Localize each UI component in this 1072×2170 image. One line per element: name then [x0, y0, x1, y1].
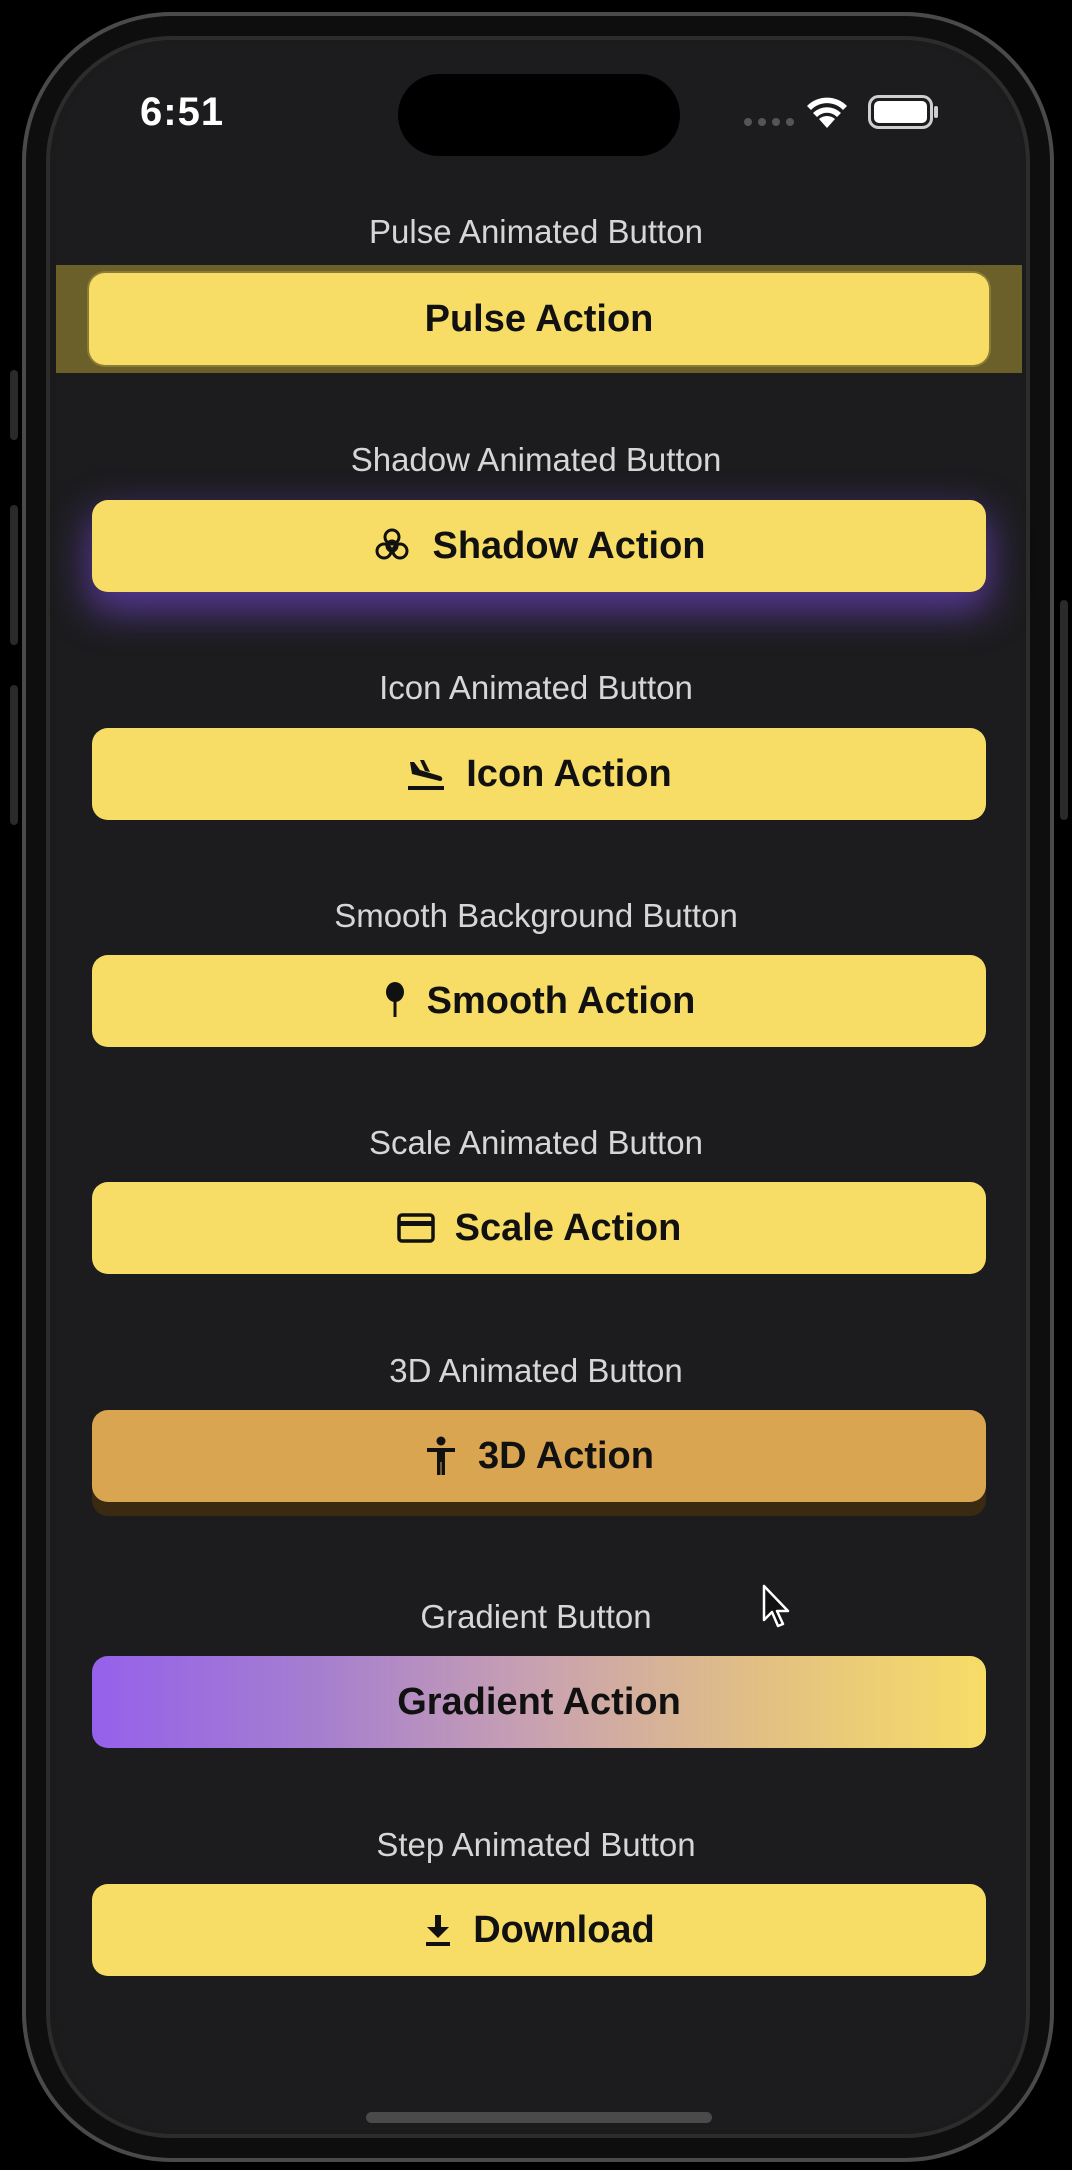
icon-action-label: Icon Action — [466, 752, 672, 795]
mouse-cursor-icon — [762, 1584, 790, 1628]
battery-icon — [868, 95, 938, 129]
home-indicator[interactable] — [366, 2112, 712, 2123]
download-button[interactable]: Download — [92, 1884, 986, 1976]
biohazard-icon — [375, 528, 409, 560]
phone-side-button — [10, 370, 18, 440]
phone-power-button — [1060, 600, 1068, 820]
credit-card-icon — [396, 1213, 435, 1243]
gradient-action-label: Gradient Action — [397, 1680, 681, 1723]
phone-volume-up-button — [10, 505, 18, 645]
shadow-action-button[interactable]: Shadow Action — [92, 500, 986, 592]
download-label: Download — [473, 1908, 655, 1951]
scale-section-label: Scale Animated Button — [369, 1124, 703, 1161]
dynamic-island — [398, 74, 680, 156]
download-icon — [426, 1915, 451, 1946]
smooth-action-label: Smooth Action — [426, 979, 696, 1022]
shadow-section-label: Shadow Animated Button — [350, 441, 722, 478]
3d-action-button[interactable]: 3D Action — [92, 1410, 986, 1502]
gradient-section-label: Gradient Button — [420, 1598, 652, 1635]
pin-icon — [385, 982, 404, 1017]
icon-action-button[interactable]: Icon Action — [92, 728, 986, 820]
gradient-action-button[interactable]: Gradient Action — [92, 1656, 986, 1748]
3d-section-label: 3D Animated Button — [389, 1352, 683, 1389]
step-section-label: Step Animated Button — [376, 1826, 696, 1863]
wifi-icon — [807, 97, 847, 128]
smooth-action-button[interactable]: Smooth Action — [92, 955, 986, 1047]
pulse-section-label: Pulse Animated Button — [369, 213, 703, 250]
pulse-action-button[interactable]: Pulse Action — [89, 273, 989, 365]
shadow-action-label: Shadow Action — [432, 524, 706, 567]
status-time: 6:51 — [140, 90, 225, 134]
icon-section-label: Icon Animated Button — [379, 669, 693, 706]
scale-action-button[interactable]: Scale Action — [92, 1182, 986, 1274]
scale-action-label: Scale Action — [454, 1206, 682, 1249]
flight-land-icon — [408, 760, 445, 790]
person-icon — [427, 1436, 456, 1475]
3d-action-label: 3D Action — [478, 1434, 654, 1477]
pulse-action-label: Pulse Action — [424, 297, 654, 340]
smooth-section-label: Smooth Background Button — [334, 897, 738, 934]
